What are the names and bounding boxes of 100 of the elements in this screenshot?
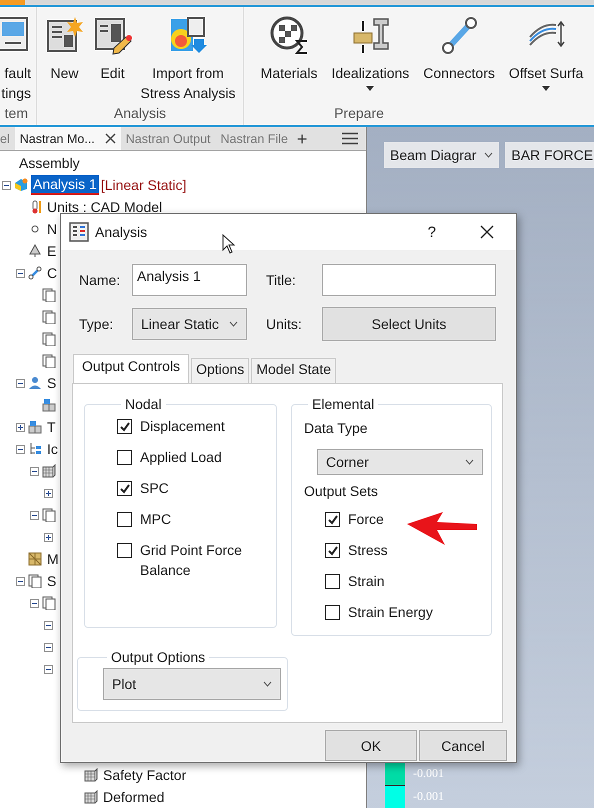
expander-icon[interactable] <box>30 510 39 520</box>
document-icon <box>42 310 56 324</box>
ribbon-button[interactable]: Materials <box>260 15 318 103</box>
tree-item[interactable]: Analysis 1 <box>31 175 99 195</box>
tree-item[interactable]: S <box>45 374 58 392</box>
ribbon-button[interactable]: fault tings <box>0 15 31 103</box>
document-icon <box>28 574 42 588</box>
group-label: Prepare <box>334 104 384 123</box>
data-type-dropdown[interactable]: Corner <box>317 449 483 475</box>
group-label: tem <box>4 104 29 123</box>
expander-icon[interactable] <box>30 598 39 608</box>
add-tab-button[interactable]: + <box>296 128 308 148</box>
tree-item[interactable]: M <box>45 550 61 568</box>
tree-item[interactable]: N <box>45 220 60 238</box>
button-label: Stress Analysis <box>140 84 236 103</box>
mesh-icon <box>42 464 56 478</box>
support-icon <box>28 376 42 390</box>
checkbox-label: Strain Energy <box>348 603 433 622</box>
tree-item[interactable]: C <box>45 264 60 282</box>
checkbox[interactable] <box>325 543 340 558</box>
dialog-button[interactable]: OK <box>325 730 417 761</box>
checkbox[interactable] <box>325 605 340 620</box>
checkbox-label: Stress <box>348 541 388 560</box>
expander-icon[interactable] <box>16 268 25 278</box>
tree-item[interactable]: E <box>45 242 58 260</box>
result-dropdown[interactable]: BAR FORCE <box>505 142 594 168</box>
checkbox-label: Force <box>348 510 384 529</box>
checkbox[interactable] <box>325 574 340 589</box>
checkbox[interactable] <box>117 543 132 558</box>
ribbon-button[interactable]: Connectors <box>423 15 495 103</box>
close-icon[interactable] <box>104 133 116 144</box>
button-label: Offset Surfa <box>508 64 584 83</box>
expander-icon[interactable] <box>16 576 25 586</box>
checkbox-label: Grid Point Force Balance <box>140 541 243 580</box>
group-label: Analysis <box>114 104 166 123</box>
checkbox[interactable] <box>117 512 132 527</box>
close-icon[interactable] <box>480 225 494 239</box>
material-icon <box>28 552 42 566</box>
expander-icon[interactable] <box>16 422 25 432</box>
expander-icon[interactable] <box>44 532 53 542</box>
button-label: Materials <box>260 64 318 83</box>
result-dropdown[interactable]: Beam Diagrar <box>384 142 500 168</box>
dialog-title: Analysis <box>95 224 148 240</box>
name-field[interactable]: Analysis 1 <box>132 264 247 296</box>
output-options-dropdown[interactable]: Plot <box>103 668 281 700</box>
expander-icon[interactable] <box>44 620 53 630</box>
menu-icon[interactable] <box>342 132 358 145</box>
element-icon <box>28 244 42 258</box>
button-label: fault <box>4 64 31 83</box>
expander-icon[interactable] <box>44 664 53 674</box>
button-label: Idealizations <box>331 64 410 83</box>
dialog-button[interactable]: Cancel <box>419 730 507 761</box>
help-button[interactable]: ? <box>428 224 436 240</box>
ribbon-button[interactable]: Import from Stress Analysis <box>140 15 236 103</box>
checkbox-label: MPC <box>140 510 172 529</box>
tree-item[interactable]: Units : CAD Model <box>45 198 164 216</box>
chevron-icon <box>229 321 238 327</box>
tree-item[interactable]: S <box>45 572 58 590</box>
annotation-arrow <box>407 512 479 546</box>
checkbox[interactable] <box>117 419 132 434</box>
dialog-tab[interactable]: Output Controls <box>73 354 190 383</box>
new-document-icon <box>44 15 85 55</box>
expander-icon[interactable] <box>16 378 25 388</box>
ribbon-button[interactable]: Idealizations <box>331 15 410 103</box>
grid-document-icon <box>69 222 89 242</box>
expander-icon[interactable] <box>30 466 39 476</box>
legend-value: -0.001 <box>413 789 444 804</box>
document-icon <box>42 596 56 610</box>
expander-icon[interactable] <box>2 180 11 190</box>
tree-item[interactable]: Ic <box>45 440 60 458</box>
checkbox-label: Displacement <box>140 417 225 436</box>
checkbox[interactable] <box>117 450 132 465</box>
ribbon-button[interactable]: Edit <box>92 15 133 103</box>
tree-item[interactable]: Deformed <box>101 788 166 806</box>
button-label: tings <box>1 84 31 103</box>
checkbox[interactable] <box>117 481 132 496</box>
button-label: Connectors <box>423 64 495 83</box>
tree-item[interactable]: T <box>45 418 58 436</box>
checkbox-label: SPC <box>140 479 169 498</box>
cube-icon <box>14 178 28 192</box>
analysis-type-tag: [Linear Static] <box>100 177 186 193</box>
ribbon-button[interactable]: Offset Surfa <box>508 15 584 103</box>
checkbox[interactable] <box>325 512 340 527</box>
dialog-tab[interactable]: Model State <box>251 358 336 383</box>
select-units-button[interactable]: Select Units <box>322 307 496 341</box>
type-dropdown[interactable]: Linear Static <box>132 308 247 340</box>
field-label: Type: <box>78 316 114 332</box>
block-icon <box>28 420 42 434</box>
tree-item[interactable]: Safety Factor <box>101 766 188 784</box>
expander-icon[interactable] <box>16 444 25 454</box>
title-field[interactable] <box>322 264 496 296</box>
block-icon <box>42 398 56 412</box>
field-label: Units: <box>265 316 303 332</box>
ribbon-button[interactable]: New <box>44 15 85 103</box>
dialog-tab[interactable]: Options <box>191 358 250 383</box>
expander-icon[interactable] <box>44 642 53 652</box>
document-icon <box>42 288 56 302</box>
panel-tab[interactable]: Nastran Mo... <box>14 127 121 150</box>
expander-icon[interactable] <box>44 488 53 498</box>
tree-item[interactable]: Assembly <box>17 154 82 172</box>
